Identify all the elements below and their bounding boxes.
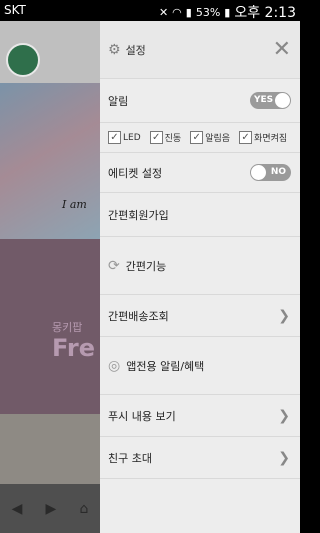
- checkbox-checked-icon: ✓: [239, 131, 253, 144]
- back-arrow-icon: ◀: [11, 500, 23, 517]
- app-alerts-label: 앱전용 알림/혜택: [126, 359, 205, 373]
- invite-row[interactable]: 친구 초대 ❯: [100, 437, 300, 479]
- simple-function-section: ⟳ 간편기능: [100, 237, 300, 295]
- etiquette-label: 에티켓 설정: [108, 166, 163, 180]
- simple-function-label: 간편기능: [125, 259, 167, 273]
- bg-header: [0, 21, 100, 83]
- drawer-title: 설정: [125, 43, 146, 57]
- carrier-label: SKT: [4, 3, 26, 17]
- settings-drawer: ⚙ 설정 ✕ 알림 YES ✓ LED ✓ 진동 ✓ 알림음 ✓ 화면켜짐 에티…: [100, 21, 300, 533]
- simple-signup-label: 간편회원가입: [108, 208, 169, 222]
- checkbox-led[interactable]: ✓ LED: [108, 131, 141, 144]
- background-app: I am 몽키팝 Fre ◀ ▶ ⌂: [0, 21, 100, 533]
- toggle-knob: [251, 165, 266, 180]
- delivery-lookup-row[interactable]: 간편배송조회 ❯: [100, 295, 300, 337]
- target-icon: ◎: [108, 357, 121, 374]
- etiquette-row: 에티켓 설정 NO: [100, 153, 300, 193]
- hero-script-text: I am: [62, 198, 87, 211]
- promo-small-text: 몽키팝: [52, 321, 83, 334]
- simple-signup-row[interactable]: 간편회원가입: [100, 193, 300, 237]
- checkbox-label: 알림음: [205, 134, 231, 144]
- notification-row: 알림 YES: [100, 79, 300, 123]
- checkbox-label: LED: [123, 132, 141, 143]
- chevron-right-icon: ❯: [278, 407, 290, 424]
- bg-hero-image: I am: [0, 83, 100, 239]
- etiquette-toggle[interactable]: NO: [250, 164, 291, 181]
- push-view-label: 푸시 내용 보기: [108, 409, 176, 423]
- gear-icon: ⚙: [108, 41, 121, 58]
- checkbox-vibrate[interactable]: ✓ 진동: [149, 131, 182, 144]
- invite-label: 친구 초대: [108, 451, 152, 465]
- battery-percent: 53%: [195, 5, 221, 19]
- forward-arrow-icon: ▶: [45, 500, 57, 517]
- etiquette-toggle-text: NO: [270, 167, 286, 177]
- notification-options-row: ✓ LED ✓ 진동 ✓ 알림음 ✓ 화면켜짐: [100, 123, 300, 153]
- signal-icon: ▮: [185, 5, 192, 19]
- bg-nav-bar: ◀ ▶ ⌂: [0, 484, 100, 533]
- checkbox-label: 화면켜짐: [254, 134, 288, 144]
- promo-big-text: Fre: [52, 334, 95, 362]
- delivery-lookup-label: 간편배송조회: [108, 309, 169, 323]
- status-icons: ✕ ◠ ▮ 53% ▮ 오후 2:13: [159, 2, 296, 22]
- clock: 오후 2:13: [234, 5, 296, 21]
- checkbox-sound[interactable]: ✓ 알림음: [190, 131, 230, 144]
- notification-toggle[interactable]: YES: [250, 92, 291, 109]
- toggle-knob: [275, 93, 290, 108]
- battery-icon: ▮: [224, 5, 231, 19]
- chevron-right-icon: ❯: [278, 307, 290, 324]
- push-view-row[interactable]: 푸시 내용 보기 ❯: [100, 395, 300, 437]
- notification-label: 알림: [108, 94, 129, 108]
- checkbox-checked-icon: ✓: [149, 131, 163, 144]
- mute-icon: ✕: [158, 5, 169, 19]
- drawer-header: ⚙ 설정 ✕: [100, 21, 300, 79]
- checkbox-checked-icon: ✓: [190, 131, 204, 144]
- status-bar: SKT ✕ ◠ ▮ 53% ▮ 오후 2:13: [0, 0, 300, 21]
- checkbox-screen-on[interactable]: ✓ 화면켜짐: [239, 131, 287, 144]
- checkbox-label: 진동: [164, 134, 182, 144]
- chevron-right-icon: ❯: [278, 449, 290, 466]
- refresh-icon: ⟳: [108, 257, 120, 274]
- wifi-icon: ◠: [172, 5, 182, 19]
- home-icon: ⌂: [79, 500, 89, 517]
- notification-toggle-text: YES: [254, 95, 274, 105]
- checkbox-checked-icon: ✓: [108, 131, 121, 144]
- bg-promo-banner: 몽키팝 Fre: [0, 239, 100, 414]
- brand-logo: [6, 43, 40, 77]
- bg-bottom-image: [0, 414, 100, 484]
- close-icon[interactable]: ✕: [273, 37, 291, 62]
- app-alerts-section: ◎ 앱전용 알림/혜택: [100, 337, 300, 395]
